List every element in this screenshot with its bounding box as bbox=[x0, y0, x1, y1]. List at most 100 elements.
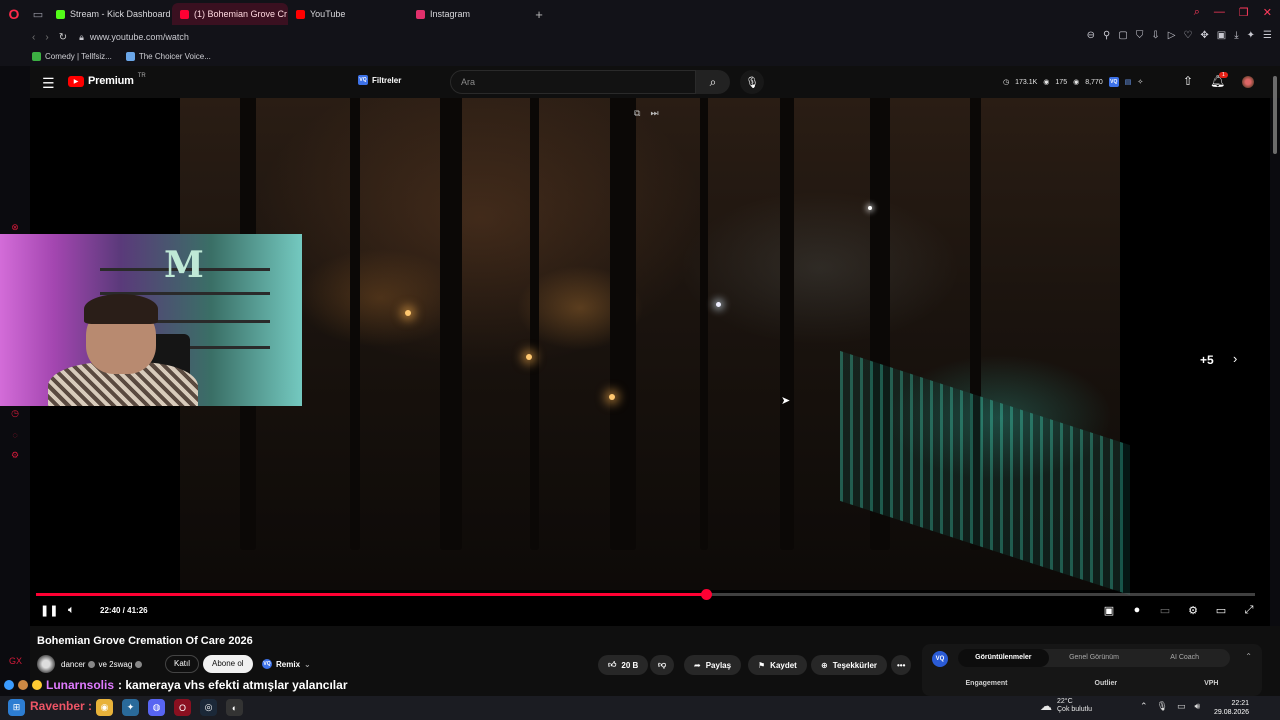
more-actions-button[interactable]: ••• bbox=[891, 655, 912, 675]
play-icon[interactable]: ▷ bbox=[1168, 30, 1176, 41]
channel-avatar[interactable] bbox=[37, 655, 55, 673]
bookmark-comedy[interactable]: Comedy | Tellfsiz... bbox=[32, 51, 112, 61]
subtitles-icon[interactable]: ▭ bbox=[1158, 604, 1172, 617]
opera-icon[interactable]: O bbox=[174, 699, 191, 716]
ai-icon[interactable]: ✦ bbox=[1247, 30, 1255, 41]
sidebar-gx-logo-icon[interactable]: GX bbox=[9, 656, 22, 668]
taskbar-apps: ◉ ✦ ◍ O ◎ ◐ bbox=[96, 699, 243, 716]
like-button[interactable]: 👍︎ 20 B bbox=[598, 655, 649, 675]
pin-icon[interactable]: ⚲ bbox=[1103, 30, 1110, 41]
weather-widget[interactable]: ☁ 22°C Çok bulutlu bbox=[1040, 698, 1092, 714]
bookmark-choicer[interactable]: The Choicer Voice... bbox=[125, 51, 211, 61]
download-icon[interactable]: ⇩ bbox=[1151, 30, 1159, 41]
steam-icon[interactable]: ◎ bbox=[200, 699, 217, 716]
filters-button[interactable]: VQ Filtreler bbox=[358, 75, 401, 85]
subscribe-button[interactable]: Abone ol bbox=[203, 655, 253, 673]
tab-overview[interactable]: Genel Görünüm bbox=[1049, 649, 1140, 667]
tab-views[interactable]: Görüntülenmeler bbox=[958, 649, 1049, 667]
chart-icon[interactable]: ▤ bbox=[1125, 78, 1132, 86]
video-title: Bohemian Grove Cremation Of Care 2026 bbox=[37, 635, 253, 647]
chrome-icon[interactable]: ◉ bbox=[96, 699, 113, 716]
theater-mode-icon[interactable]: ▭ bbox=[1214, 604, 1228, 617]
account-avatar[interactable] bbox=[1242, 76, 1254, 88]
extensions-icon[interactable]: ✥ bbox=[1200, 30, 1208, 41]
more-videos-count[interactable]: +5 bbox=[1200, 353, 1214, 367]
chevron-right-icon[interactable]: › bbox=[1233, 351, 1237, 366]
dislike-button[interactable]: 👎︎ bbox=[650, 655, 675, 675]
channel-name[interactable]: dancer ve 2swag bbox=[61, 660, 143, 669]
youtube-header: ☰ ▶ Premium TR VQ Filtreler Ara ⌕ 🎙︎ ◷ 1… bbox=[30, 66, 1280, 98]
start-icon[interactable]: ⊞ bbox=[8, 699, 25, 716]
hamburger-menu-icon[interactable]: ☰ bbox=[42, 75, 55, 92]
chat-badge-icon bbox=[4, 680, 14, 690]
mic-tray-icon[interactable]: 🎙︎ bbox=[1157, 701, 1168, 712]
workspaces-icon[interactable]: ▭ bbox=[28, 0, 48, 28]
thanks-button[interactable]: ⊕ Teşekkürler bbox=[811, 655, 888, 675]
opera-logo-icon[interactable]: O bbox=[0, 0, 28, 28]
reload-icon[interactable]: ↻ bbox=[59, 32, 67, 43]
search-icon[interactable]: ⌕ bbox=[696, 70, 730, 94]
sparkle-icon[interactable]: ✧ bbox=[1137, 78, 1143, 86]
eye-icon: ◉ bbox=[1073, 79, 1080, 86]
menu-icon[interactable]: ☰ bbox=[1263, 30, 1272, 41]
forward-icon[interactable]: › bbox=[45, 32, 48, 43]
downloads-icon[interactable]: ⤓ bbox=[1234, 30, 1238, 41]
next-video-icon[interactable]: ⏭ bbox=[650, 108, 658, 119]
thumbs-up-icon: 👍︎ bbox=[608, 660, 617, 669]
zoom-icon[interactable]: ⊖ bbox=[1087, 30, 1095, 41]
network-icon[interactable]: ▭ bbox=[1177, 701, 1186, 712]
app-icon[interactable]: ✦ bbox=[122, 699, 139, 716]
search-input[interactable]: Ara bbox=[450, 70, 696, 94]
youtube-logo[interactable]: ▶ Premium TR bbox=[68, 73, 146, 87]
vidiq-columns: Engagement Outlier VPH bbox=[922, 680, 1262, 687]
vidiq-icon[interactable]: VQ bbox=[932, 651, 948, 667]
microphone-icon[interactable]: 🎙︎ bbox=[740, 70, 764, 94]
save-label: Kaydet bbox=[770, 660, 797, 670]
search-tabs-icon[interactable]: ⌕ bbox=[1194, 6, 1200, 19]
speaker-icon[interactable]: 🔊︎ bbox=[1195, 701, 1201, 712]
tab-youtube[interactable]: YouTube bbox=[288, 3, 408, 25]
volume-icon[interactable]: 🔈︎ bbox=[68, 604, 75, 617]
vidiq-player-icon[interactable]: ▣ bbox=[1102, 604, 1116, 617]
close-icon[interactable]: ✕ bbox=[1263, 6, 1272, 19]
miniplayer-icon[interactable]: ⧉ bbox=[634, 108, 640, 119]
miniplayer-controls: ⧉ ⏭ bbox=[634, 108, 659, 119]
back-icon[interactable]: ‹ bbox=[32, 32, 35, 43]
heart-icon[interactable]: ♡ bbox=[1183, 30, 1192, 41]
channel-collab-text: ve 2swag bbox=[98, 660, 133, 669]
maximize-icon[interactable]: ❐ bbox=[1239, 6, 1249, 19]
sidebar-messages-icon[interactable]: ◌ bbox=[9, 430, 21, 442]
progress-bar[interactable] bbox=[36, 593, 1255, 596]
tray-expand-icon[interactable]: ⌃ bbox=[1140, 701, 1148, 712]
join-button[interactable]: Katıl bbox=[165, 655, 200, 673]
new-tab-icon[interactable]: + bbox=[528, 7, 550, 22]
save-button[interactable]: ⚑ Kaydet bbox=[748, 655, 807, 675]
discord-icon[interactable]: ◍ bbox=[148, 699, 165, 716]
autoplay-icon[interactable]: ● bbox=[1130, 604, 1144, 617]
share-button[interactable]: ➦ Paylaş bbox=[684, 655, 742, 675]
pause-icon[interactable]: ❚❚ bbox=[40, 604, 58, 617]
shield-icon[interactable]: ⛉ bbox=[1136, 30, 1144, 41]
tab-instagram[interactable]: Instagram bbox=[408, 3, 528, 25]
remix-button[interactable]: VQ Remix ⌄ bbox=[262, 659, 311, 669]
tree-trunk bbox=[610, 98, 636, 550]
fullscreen-icon[interactable]: ⤢ bbox=[1242, 604, 1256, 617]
snapshot-icon[interactable]: ▢ bbox=[1118, 30, 1127, 41]
eye-icon: ◉ bbox=[1043, 79, 1050, 86]
settings-gear-icon[interactable]: ⚙ bbox=[1186, 604, 1200, 617]
tab-youtube-video[interactable]: (1) Bohemian Grove Cr bbox=[172, 3, 288, 25]
chevron-up-icon[interactable]: ⌃ bbox=[1245, 652, 1252, 661]
vidiq-icon[interactable]: VQ bbox=[1108, 77, 1119, 87]
url-field[interactable]: 🔒︎ www.youtube.com/watch bbox=[79, 32, 189, 43]
tab-ai-coach[interactable]: AI Coach bbox=[1139, 649, 1230, 667]
tab-kick-dashboard[interactable]: Stream - Kick Dashboard bbox=[48, 3, 172, 25]
sidebar-history-icon[interactable]: ◷ bbox=[9, 408, 21, 420]
sidebar-settings-icon[interactable]: ⚙ bbox=[9, 450, 21, 462]
minimize-icon[interactable]: — bbox=[1214, 6, 1225, 19]
system-clock[interactable]: 22:21 29.08.2026 bbox=[1214, 699, 1249, 717]
page-scrollbar[interactable] bbox=[1273, 76, 1277, 154]
wallet-icon[interactable]: ▣ bbox=[1217, 30, 1226, 41]
upload-icon[interactable]: ⇧ bbox=[1183, 74, 1193, 88]
obs-icon[interactable]: ◐ bbox=[226, 699, 243, 716]
sidebar-gx-icon[interactable]: ⊗ bbox=[9, 222, 21, 234]
